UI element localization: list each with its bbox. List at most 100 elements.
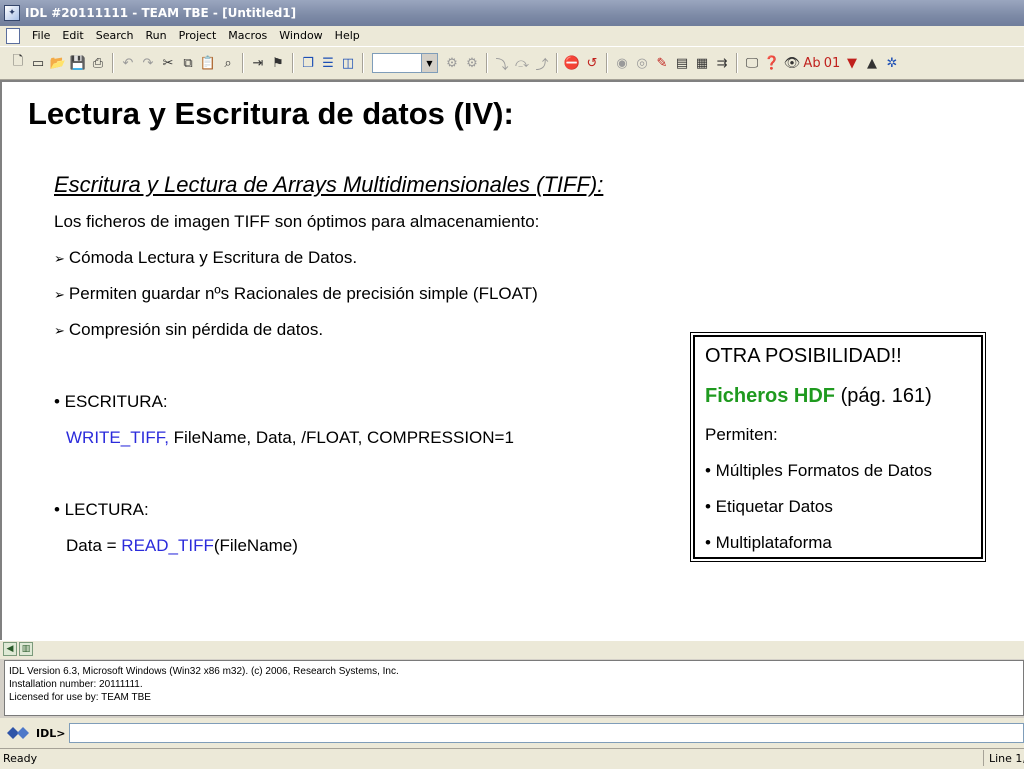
callout-box: OTRA POSIBILIDAD!! Ficheros HDF (pág. 16…	[690, 332, 986, 562]
output-line: Licensed for use by: TEAM TBE	[9, 692, 151, 703]
new-window-icon[interactable]: ▭	[28, 53, 48, 73]
toolbar-separator	[736, 53, 738, 73]
copy-icon[interactable]: ⧉	[178, 53, 198, 73]
menu-macros[interactable]: Macros	[222, 26, 273, 46]
chevron-down-icon[interactable]: ▼	[421, 54, 437, 72]
callout-item: • Multiplataforma	[705, 533, 832, 552]
intro-text: Los ficheros de imagen TIFF son óptimos …	[54, 212, 540, 231]
menu-file[interactable]: File	[26, 26, 56, 46]
toolbar-separator	[606, 53, 608, 73]
cut-icon[interactable]: ✂	[158, 53, 178, 73]
tile-horizontal-icon[interactable]: ☰	[318, 53, 338, 73]
page-title: Lectura y Escritura de datos (IV):	[28, 96, 514, 131]
section-subtitle: Escritura y Lectura de Arrays Multidimen…	[54, 172, 604, 197]
print-icon[interactable]: ⎙	[88, 53, 108, 73]
output-log[interactable]: IDL Version 6.3, Microsoft Windows (Win3…	[4, 660, 1024, 716]
bullet-item: ➢ Permiten guardar nºs Racionales de prec…	[54, 284, 538, 304]
menu-help[interactable]: Help	[329, 26, 366, 46]
menu-search[interactable]: Search	[90, 26, 140, 46]
command-bar: IDL>	[0, 718, 1024, 748]
read-keyword: READ_TIFF	[121, 536, 214, 555]
write-code-line: WRITE_TIFF, FileName, Data, /FLOAT, COMP…	[66, 428, 514, 448]
bullet-item: ➢ Cómoda Lectura y Escritura de Datos.	[54, 248, 357, 268]
output-log-icon[interactable]: ▦	[692, 53, 712, 73]
output-line: Installation number: 20111111.	[9, 679, 143, 690]
cascade-windows-icon[interactable]: ❐	[298, 53, 318, 73]
compile-all-icon[interactable]: ⚙	[462, 53, 482, 73]
toolbar-separator	[486, 53, 488, 73]
find-icon[interactable]: ⌕	[218, 53, 238, 73]
callout-hdf-label: Ficheros HDF	[705, 385, 836, 407]
toolbar-separator	[362, 53, 364, 73]
image-tool-icon[interactable]: ▲	[862, 53, 882, 73]
clear-breakpoint-icon[interactable]: ◎	[632, 53, 652, 73]
paste-icon[interactable]: 📋	[198, 53, 218, 73]
new-file-icon[interactable]: 🗋	[8, 53, 28, 73]
bullet-text: Cómoda Lectura y Escritura de Datos.	[68, 248, 358, 267]
editor-pane[interactable]: Lectura y Escritura de datos (IV): Escri…	[0, 80, 1024, 640]
scroll-thumb[interactable]: ▥	[19, 642, 33, 656]
reset-icon[interactable]: ↺	[582, 53, 602, 73]
callout-hdf-line: Ficheros HDF (pág. 161)	[705, 385, 932, 408]
cursor-position: Line 1, Col 1	[983, 750, 1024, 766]
arrow-bullet-icon: ➢	[54, 287, 65, 302]
read-heading: • LECTURA:	[54, 500, 149, 519]
main-toolbar: 🗋 ▭ 📂 💾 ⎙ ↶ ↷ ✂ ⧉ 📋 ⌕ ⇥ ⚑ ❐ ☰ ◫ ▼ ⚙ ⚙ ⤵ …	[0, 46, 1024, 80]
tile-vertical-icon[interactable]: ◫	[338, 53, 358, 73]
toolbar-separator	[112, 53, 114, 73]
arrow-bullet-icon: ➢	[54, 323, 65, 338]
compile-icon[interactable]: ⚙	[442, 53, 462, 73]
menu-edit[interactable]: Edit	[56, 26, 89, 46]
step-over-icon[interactable]: ⤼	[512, 53, 532, 73]
eye-icon[interactable]: 👁	[782, 53, 802, 73]
stop-icon[interactable]: ⛔	[562, 53, 582, 73]
step-into-icon[interactable]: ⤵	[492, 53, 512, 73]
status-bar: Ready Line 1, Col 1	[0, 748, 1024, 769]
output-line: IDL Version 6.3, Microsoft Windows (Win3…	[9, 666, 399, 677]
menu-project[interactable]: Project	[173, 26, 223, 46]
toolbar-combo[interactable]: ▼	[372, 53, 438, 73]
redo-icon[interactable]: ↷	[138, 53, 158, 73]
read-args: (FileName)	[213, 536, 298, 555]
status-text: Ready	[3, 752, 38, 765]
open-folder-icon[interactable]: 📂	[48, 53, 68, 73]
callout-hdf-ref: (pág. 161)	[835, 385, 932, 407]
read-prefix: Data =	[66, 536, 122, 555]
variable-watch-icon[interactable]: ▤	[672, 53, 692, 73]
hdf-icon[interactable]: ▼	[842, 53, 862, 73]
goto-line-icon[interactable]: ⇥	[248, 53, 268, 73]
bullet-text: Permiten guardar nºs Racionales de preci…	[68, 284, 538, 303]
data-icon[interactable]: 01	[822, 53, 842, 73]
edit-breakpoint-icon[interactable]: ✎	[652, 53, 672, 73]
scroll-left-icon[interactable]: ◀	[3, 642, 17, 656]
abc-icon[interactable]: Ab	[802, 53, 822, 73]
write-args: FileName, Data, /FLOAT, COMPRESSION=1	[168, 428, 514, 447]
command-input[interactable]	[69, 723, 1024, 743]
callout-inner: OTRA POSIBILIDAD!! Ficheros HDF (pág. 16…	[693, 335, 983, 559]
document-icon[interactable]	[6, 28, 20, 44]
read-code-line: Data = READ_TIFF(FileName)	[66, 536, 298, 556]
export-icon[interactable]: ⇉	[712, 53, 732, 73]
title-bar[interactable]: ✦ IDL #20111111 - TEAM TBE - [Untitled1]	[0, 0, 1024, 26]
idl-app-icon[interactable]: ✦	[4, 5, 20, 21]
save-icon[interactable]: 💾	[68, 53, 88, 73]
breakpoint-icon[interactable]: ◉	[612, 53, 632, 73]
network-icon[interactable]: ✲	[882, 53, 902, 73]
undo-icon[interactable]: ↶	[118, 53, 138, 73]
menu-window[interactable]: Window	[273, 26, 328, 46]
step-out-icon[interactable]: ⤴	[532, 53, 552, 73]
arrow-bullet-icon: ➢	[54, 251, 65, 266]
window-title: IDL #20111111 - TEAM TBE - [Untitled1]	[25, 6, 297, 20]
menu-bar: File Edit Search Run Project Macros Wind…	[0, 26, 1024, 46]
horizontal-scrollbar[interactable]: ◀ ▥	[0, 640, 1024, 659]
toolbar-separator	[556, 53, 558, 73]
bookmark-icon[interactable]: ⚑	[268, 53, 288, 73]
display-icon[interactable]: 🖵	[742, 53, 762, 73]
callout-item: • Múltiples Formatos de Datos	[705, 461, 933, 480]
menu-run[interactable]: Run	[140, 26, 173, 46]
bullet-item: ➢ Compresión sin pérdida de datos.	[54, 320, 323, 340]
toolbar-separator	[242, 53, 244, 73]
idl-logo-icon	[6, 725, 32, 741]
write-keyword: WRITE_TIFF,	[66, 428, 169, 447]
help-cursor-icon[interactable]: ❓	[762, 53, 782, 73]
